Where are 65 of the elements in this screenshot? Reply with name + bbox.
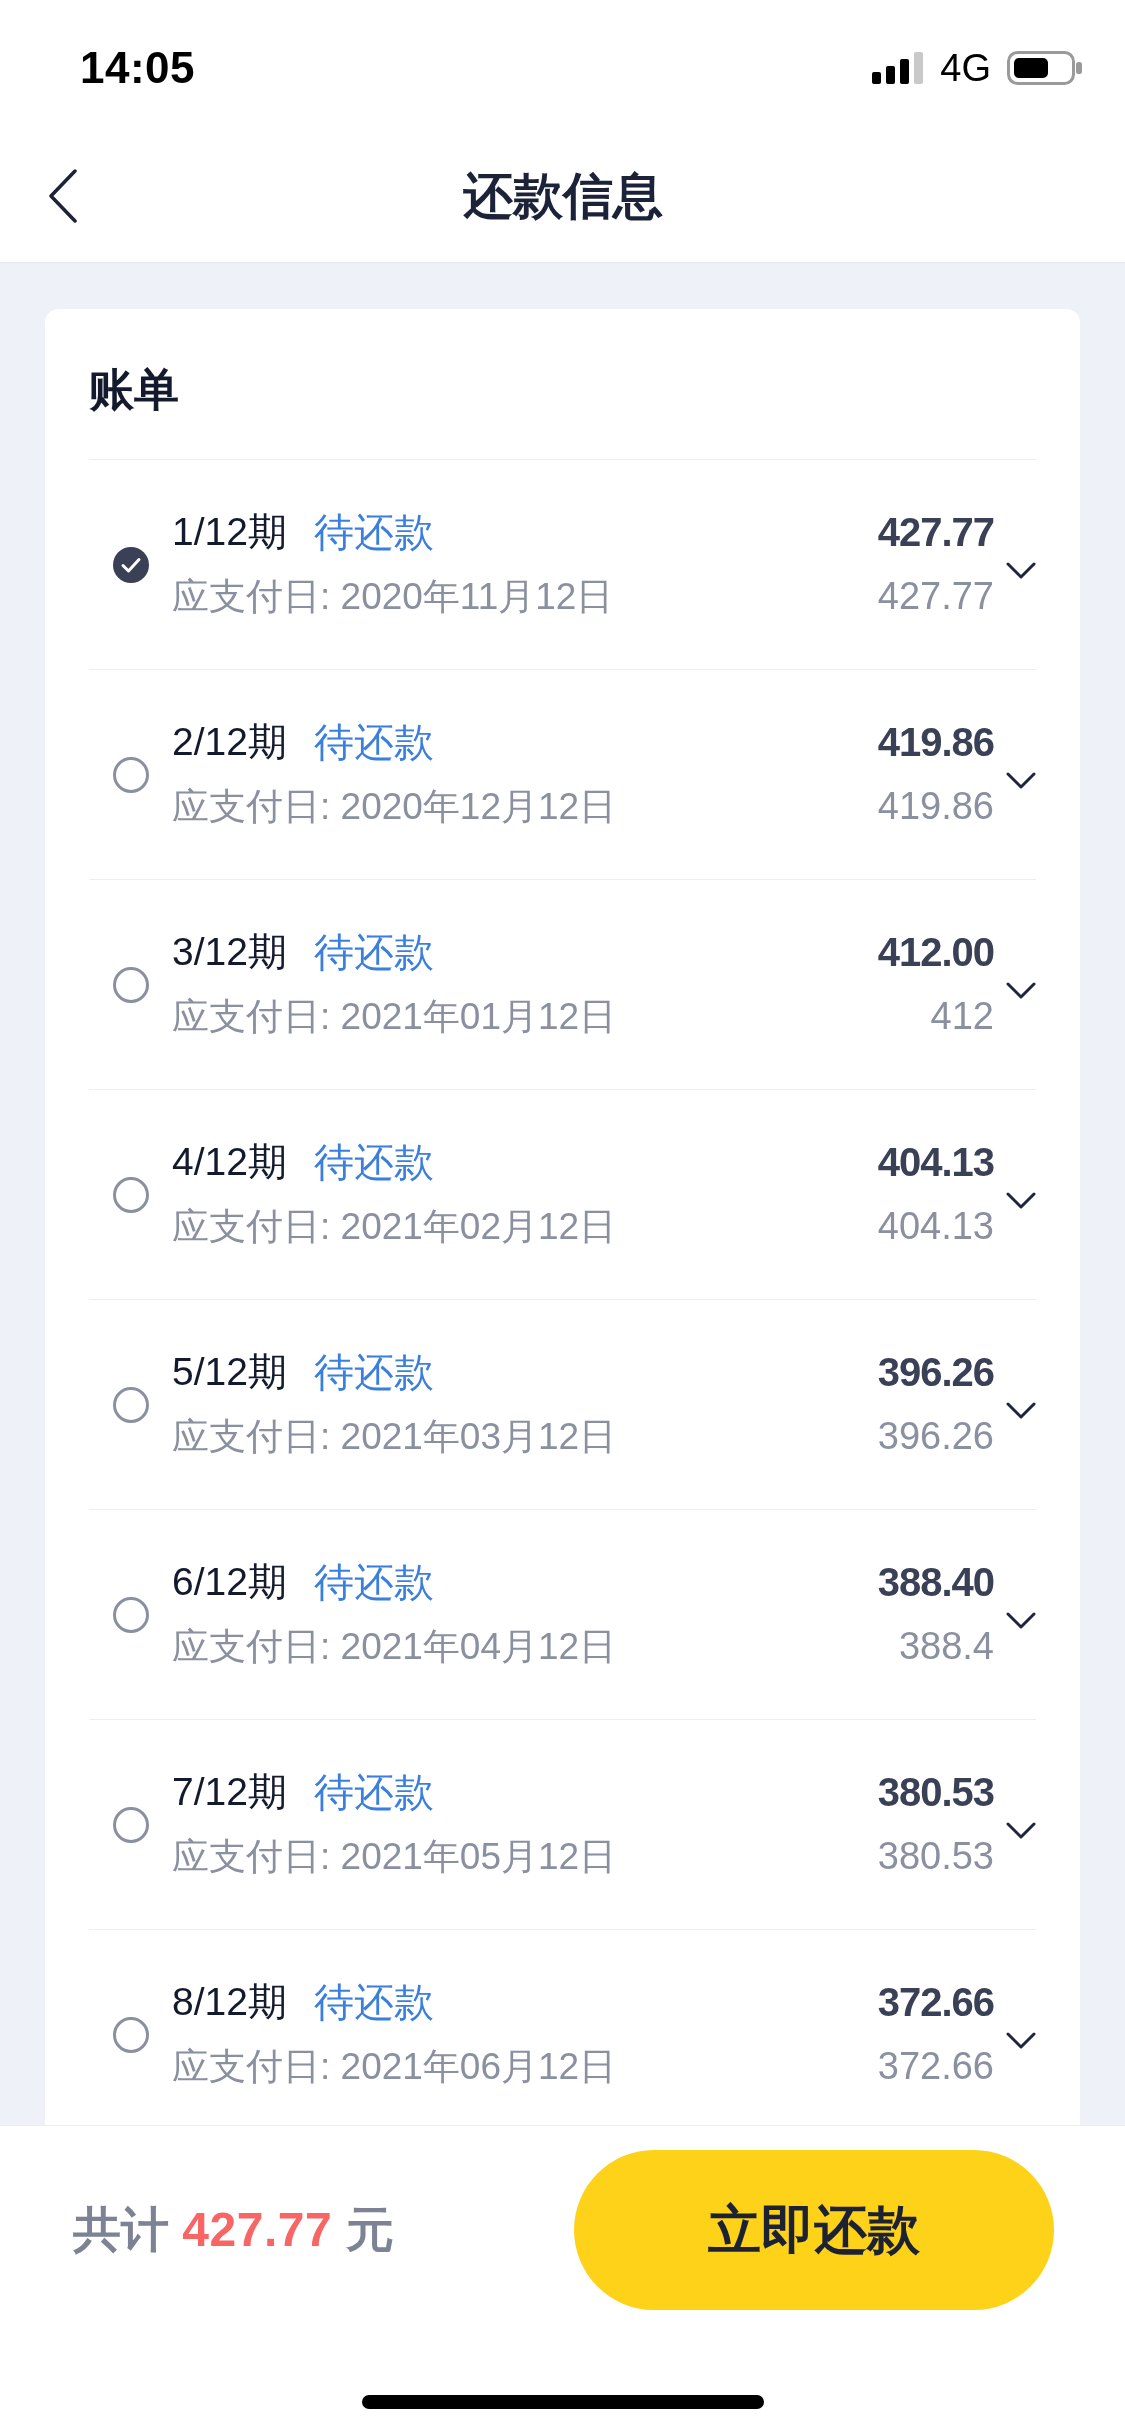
- status-label: 待还款: [313, 1139, 434, 1186]
- amount-value: 372.66: [877, 1979, 994, 2026]
- status-time: 14:05: [80, 42, 196, 94]
- radio-button[interactable]: [113, 546, 149, 583]
- total-text: 共计 427.77 元: [73, 2202, 394, 2258]
- radio-button[interactable]: [113, 966, 149, 1003]
- radio-button[interactable]: [113, 756, 149, 793]
- status-label: 待还款: [313, 719, 434, 766]
- chevron-down-icon[interactable]: [1006, 562, 1036, 579]
- amount-detail: 372.66: [877, 2044, 994, 2090]
- radio-button[interactable]: [113, 2016, 149, 2053]
- due-date: 应支付日: 2020年11月12日: [172, 574, 614, 619]
- radio-button[interactable]: [113, 1596, 149, 1633]
- period-label: 6/12期: [172, 1558, 287, 1605]
- due-date: 应支付日: 2021年04月12日: [172, 1624, 617, 1669]
- period-label: 1/12期: [172, 508, 287, 555]
- status-label: 待还款: [313, 509, 434, 556]
- due-date: 应支付日: 2021年06月12日: [172, 2044, 617, 2089]
- amount-detail: 396.26: [877, 1414, 994, 1460]
- back-icon[interactable]: [49, 169, 77, 223]
- period-label: 7/12期: [172, 1768, 287, 1815]
- page-title: 还款信息: [462, 168, 663, 224]
- due-date: 应支付日: 2021年05月12日: [172, 1834, 617, 1879]
- status-label: 待还款: [313, 1979, 434, 2026]
- status-label: 待还款: [313, 1559, 434, 1606]
- amount-detail: 419.86: [877, 784, 994, 830]
- section-title: 账单: [89, 363, 179, 418]
- chevron-down-icon[interactable]: [1006, 1192, 1036, 1209]
- due-date: 应支付日: 2020年12月12日: [172, 784, 617, 829]
- period-label: 8/12期: [172, 1978, 287, 2025]
- signal-icon: [872, 52, 925, 84]
- amount-value: 412.00: [877, 929, 994, 976]
- period-label: 5/12期: [172, 1348, 287, 1395]
- radio-button[interactable]: [113, 1176, 149, 1213]
- chevron-down-icon[interactable]: [1006, 1822, 1036, 1839]
- due-date: 应支付日: 2021年02月12日: [172, 1204, 617, 1249]
- network-type: 4G: [940, 49, 991, 87]
- pay-now-button[interactable]: 立即还款: [574, 2150, 1054, 2310]
- amount-detail: 404.13: [877, 1204, 994, 1250]
- amount-value: 388.40: [877, 1559, 994, 1606]
- due-date: 应支付日: 2021年03月12日: [172, 1414, 617, 1459]
- amount-value: 380.53: [877, 1769, 994, 1816]
- battery-icon: [1007, 51, 1082, 85]
- chevron-down-icon[interactable]: [1006, 772, 1036, 789]
- period-label: 4/12期: [172, 1138, 287, 1185]
- amount-value: 396.26: [877, 1349, 994, 1396]
- chevron-down-icon[interactable]: [1006, 1402, 1036, 1419]
- amount-value: 404.13: [877, 1139, 994, 1186]
- amount-detail: 388.4: [898, 1624, 994, 1670]
- amount-value: 419.86: [877, 719, 994, 766]
- chevron-down-icon[interactable]: [1006, 2032, 1036, 2049]
- status-label: 待还款: [313, 1349, 434, 1396]
- amount-detail: 412: [930, 994, 994, 1040]
- chevron-down-icon[interactable]: [1006, 982, 1036, 999]
- radio-button[interactable]: [113, 1386, 149, 1423]
- period-label: 2/12期: [172, 718, 287, 765]
- due-date: 应支付日: 2021年01月12日: [172, 994, 617, 1039]
- radio-button[interactable]: [113, 1806, 149, 1843]
- status-label: 待还款: [313, 1769, 434, 1816]
- period-label: 3/12期: [172, 928, 287, 975]
- status-label: 待还款: [313, 929, 434, 976]
- amount-detail: 427.77: [877, 574, 994, 620]
- amount-detail: 380.53: [877, 1834, 994, 1880]
- chevron-down-icon[interactable]: [1006, 1612, 1036, 1629]
- amount-value: 427.77: [877, 509, 994, 556]
